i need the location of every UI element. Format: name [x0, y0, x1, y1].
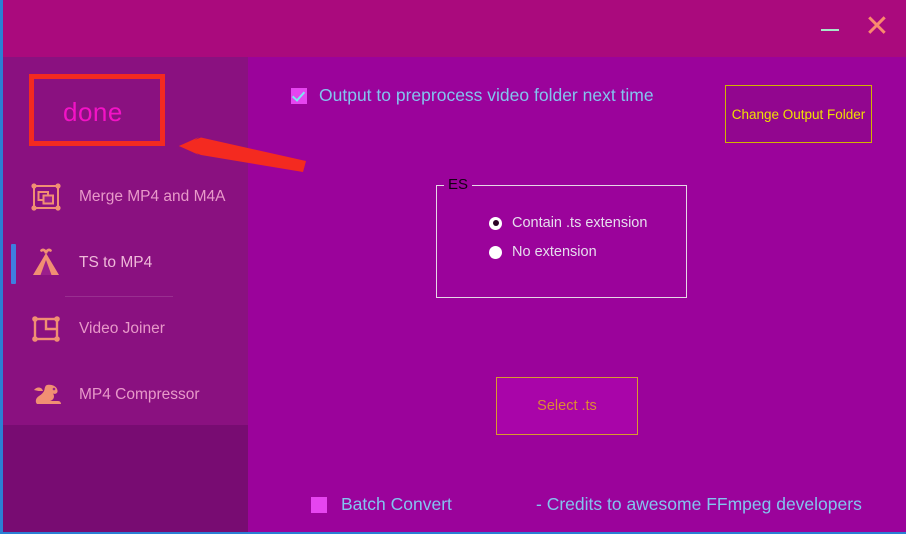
radio-dot[interactable] — [489, 216, 502, 230]
extension-option-group: ES Contain .ts extension No extension — [436, 176, 687, 298]
minimize-button[interactable] — [819, 16, 841, 38]
extension-group-legend: ES — [444, 176, 473, 194]
output-folder-checkbox-label: Output to preprocess video folder next t… — [319, 85, 654, 105]
sidebar: done Merge MP4 and M4A TS to MP4 Video J… — [3, 57, 248, 532]
credits-text: - Credits to awesome FFmpeg developers — [536, 494, 862, 514]
sidebar-bottom-filler — [3, 425, 248, 532]
sidebar-item-label: TS to MP4 — [79, 254, 153, 271]
radio-label: Contain .ts extension — [512, 215, 648, 231]
sidebar-item-ts-to-mp4[interactable]: TS to MP4 — [3, 230, 248, 297]
sidebar-item-label: MP4 Compressor — [79, 386, 200, 403]
radio-label: No extension — [512, 244, 597, 260]
status-area: done — [3, 57, 248, 164]
sidebar-item-label: Video Joiner — [79, 320, 165, 337]
status-text: done — [63, 97, 123, 127]
close-button[interactable]: ✕ — [863, 12, 891, 42]
output-folder-checkbox-row[interactable]: Output to preprocess video folder next t… — [291, 85, 654, 106]
sidebar-item-label: Merge MP4 and M4A — [79, 188, 226, 205]
batch-convert-checkbox[interactable] — [311, 496, 327, 513]
frame-layers-icon — [23, 183, 69, 211]
output-folder-checkbox[interactable] — [291, 87, 307, 104]
dragon-icon — [23, 381, 69, 409]
content-pane: Output to preprocess video folder next t… — [248, 57, 906, 532]
title-bar: ✕ — [3, 0, 906, 57]
radio-no-extension[interactable]: No extension — [489, 244, 597, 260]
sidebar-item-video-joiner[interactable]: Video Joiner — [3, 296, 248, 362]
sidebar-menu: Merge MP4 and M4A TS to MP4 Video Joiner… — [3, 164, 248, 428]
crop-frame-icon — [23, 315, 69, 343]
batch-convert-checkbox-row[interactable]: Batch Convert — [311, 494, 452, 515]
tent-icon — [23, 248, 69, 278]
active-indicator-bar — [11, 244, 16, 284]
sidebar-item-merge-mp4-and-m4a[interactable]: Merge MP4 and M4A — [3, 164, 248, 230]
radio-contain-ts-extension[interactable]: Contain .ts extension — [489, 215, 647, 231]
batch-convert-label: Batch Convert — [341, 494, 452, 514]
select-ts-button[interactable]: Select .ts — [496, 377, 638, 435]
application-window: ✕ done Merge MP4 and M4A TS to MP4 Video… — [0, 0, 906, 534]
sidebar-item-mp4-compressor[interactable]: MP4 Compressor — [3, 362, 248, 428]
radio-dot[interactable] — [489, 245, 502, 259]
change-output-folder-button[interactable]: Change Output Folder — [725, 85, 872, 143]
window-controls: ✕ — [819, 12, 891, 42]
